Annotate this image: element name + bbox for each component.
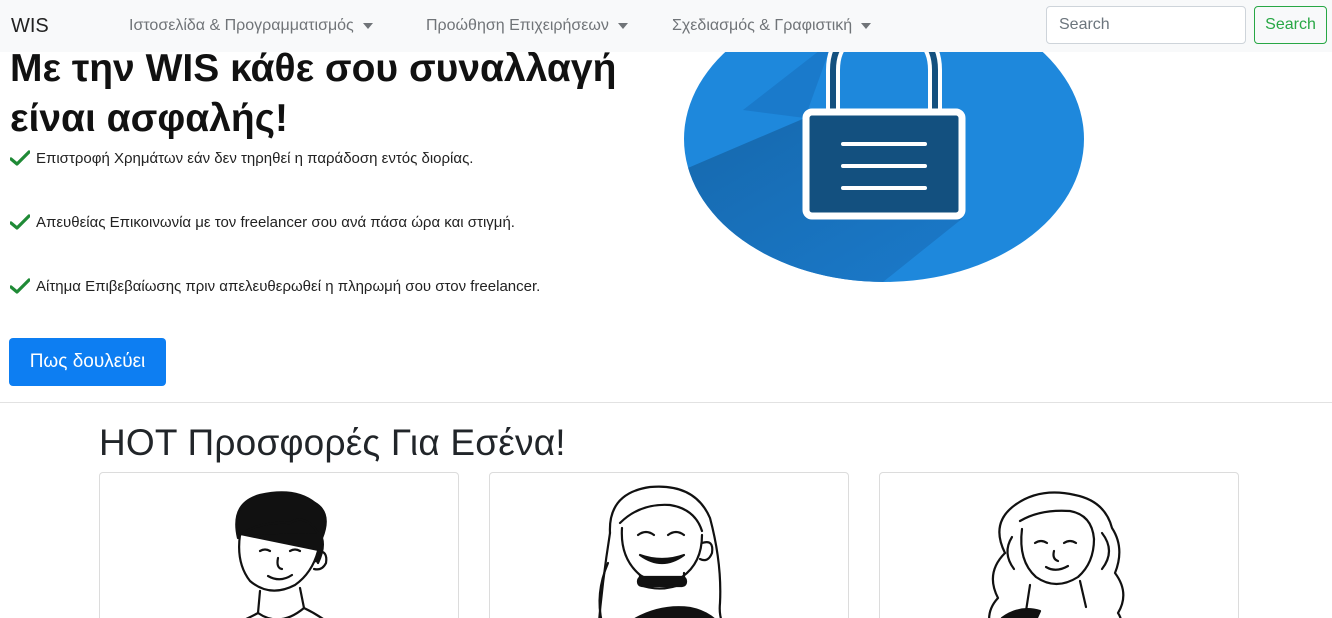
checkmark-icon bbox=[10, 278, 30, 294]
checkmark-icon bbox=[10, 150, 30, 166]
how-it-works-button[interactable]: Πως δουλεύει bbox=[9, 338, 166, 386]
nav-dropdown-design-graphics[interactable]: Σχεδιασμός & Γραφιστική bbox=[672, 16, 872, 36]
brand-logo[interactable]: WIS bbox=[11, 14, 49, 38]
offer-card[interactable] bbox=[99, 472, 459, 618]
hero-title-line2: είναι ασφαλής! bbox=[10, 97, 288, 140]
offers-title: HOT Προσφορές Για Εσένα! bbox=[99, 422, 566, 463]
caret-down-icon bbox=[617, 23, 628, 29]
benefit-text: Αίτημα Επιβεβαίωσης πριν απελευθερωθεί η… bbox=[36, 277, 541, 295]
search-button[interactable]: Search bbox=[1254, 6, 1327, 44]
offer-card[interactable] bbox=[879, 472, 1239, 618]
nav-item-label: Ιστοσελίδα & Προγραμματισμός bbox=[129, 17, 354, 34]
nav-dropdown-business-promotion[interactable]: Προώθηση Επιχειρήσεων bbox=[426, 16, 628, 36]
hero-title: Με την WIS κάθε σου συναλλαγή είναι ασφα… bbox=[10, 44, 650, 144]
caret-down-icon bbox=[861, 23, 872, 29]
man-avatar-illustration bbox=[235, 491, 328, 618]
nav-item-label: Σχεδιασμός & Γραφιστική bbox=[672, 17, 853, 34]
benefit-text: Απευθείας Επικοινωνία με τον freelancer … bbox=[36, 213, 515, 231]
caret-down-icon bbox=[362, 23, 373, 29]
benefit-item: Απευθείας Επικοινωνία με τον freelancer … bbox=[10, 211, 515, 233]
checkmark-icon bbox=[10, 214, 30, 230]
nav-dropdown-web-programming[interactable]: Ιστοσελίδα & Προγραμματισμός bbox=[129, 16, 373, 36]
benefit-item: Αίτημα Επιβεβαίωσης πριν απελευθερωθεί η… bbox=[10, 275, 540, 297]
woman-avatar-laughing-illustration bbox=[598, 485, 722, 618]
benefit-text: Επιστροφή Χρημάτων εάν δεν τηρηθεί η παρ… bbox=[36, 149, 474, 167]
search-input[interactable] bbox=[1046, 6, 1246, 44]
hero-section: Με την WIS κάθε σου συναλλαγή είναι ασφα… bbox=[0, 0, 1332, 403]
hero-title-line1: Με την WIS κάθε σου συναλλαγή bbox=[10, 47, 617, 90]
woman-avatar-curly-hair-illustration bbox=[988, 491, 1125, 618]
benefit-item: Επιστροφή Χρημάτων εάν δεν τηρηθεί η παρ… bbox=[10, 147, 473, 169]
offer-card[interactable] bbox=[489, 472, 849, 618]
navbar: WIS Ιστοσελίδα & Προγραμματισμός Προώθησ… bbox=[0, 0, 1332, 52]
nav-item-label: Προώθηση Επιχειρήσεων bbox=[426, 17, 609, 34]
